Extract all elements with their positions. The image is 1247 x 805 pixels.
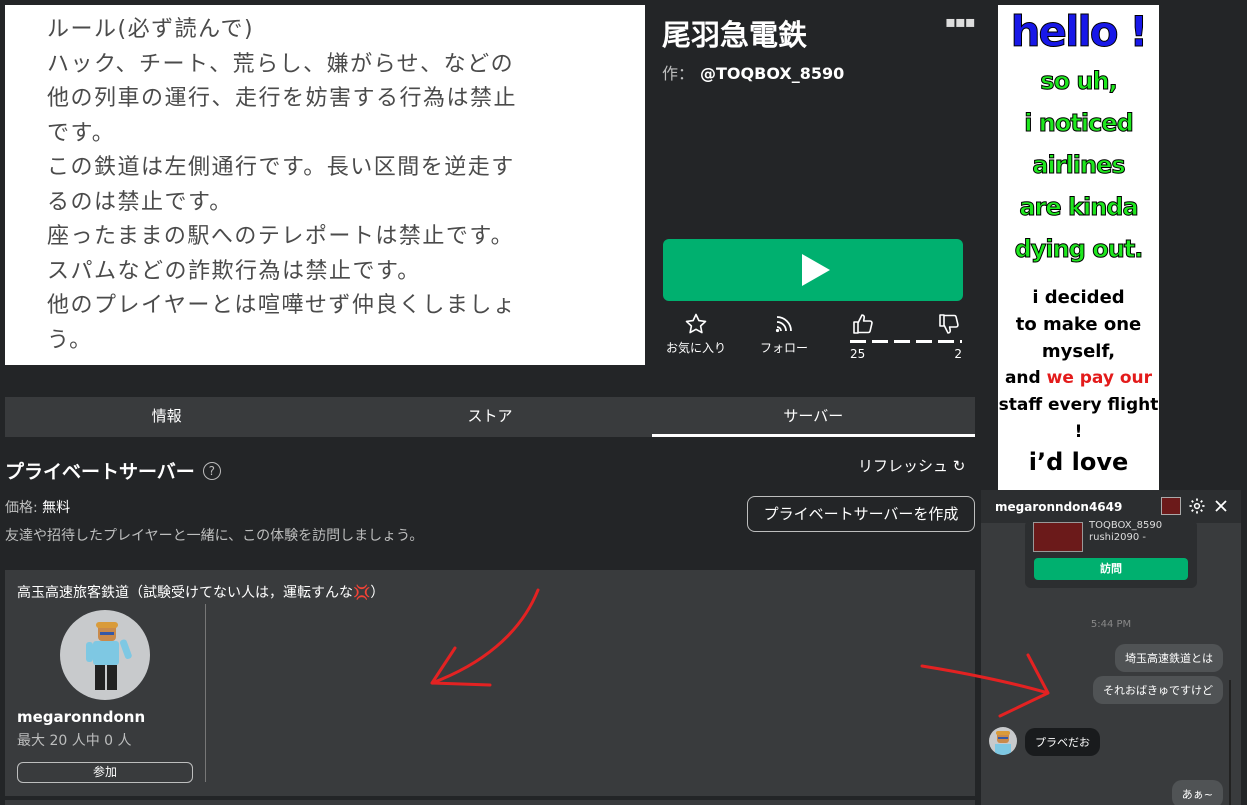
rules-line: 他の列車の運行、走行を妨害する行為は禁止 — [47, 86, 518, 111]
vote-ratio-bar — [850, 340, 962, 343]
rules-line: 他のプレイヤーとは喧嘩せず仲良くしましょ — [47, 293, 517, 318]
visit-button[interactable]: 訪問 — [1034, 558, 1188, 580]
server-capacity: 最大 20 人中 0 人 — [17, 733, 132, 749]
play-icon — [802, 254, 830, 286]
more-options-icon[interactable]: ▪▪▪ — [945, 12, 976, 31]
next-card-edge — [5, 800, 975, 805]
shared-game-thumbnail[interactable] — [1033, 522, 1083, 552]
chat-message: プラベだお — [1025, 728, 1100, 756]
refresh-button[interactable]: リフレッシュ ↻ — [858, 455, 965, 476]
chat-avatar[interactable] — [989, 727, 1017, 755]
upvote-count: 25 — [850, 347, 866, 361]
ad-green-text: so uh, i noticed airlines are kinda dyin… — [1014, 67, 1144, 264]
game-author: 作： @TOQBOX_8590 — [662, 60, 844, 84]
game-tabs: 情報 ストア サーバー — [5, 397, 975, 437]
server-owner-name[interactable]: megaronndonn — [17, 708, 145, 726]
rss-icon — [775, 316, 792, 333]
private-servers-title: プライベートサーバー — [5, 461, 195, 483]
rules-line: スパムなどの詐欺行為は禁止です。 — [47, 258, 421, 284]
server-card: 高玉高速旅客鉄道（試験受けてない人は，運転すんな💢） megaronndonn … — [5, 570, 975, 796]
shared-game-card: TOQBOX_8590 rushi2090 - 訪問 — [1025, 520, 1197, 588]
rules-line: ルール(必ず読んで) — [47, 17, 255, 42]
shared-game-line-2: rushi2090 - — [1089, 532, 1147, 543]
star-icon — [685, 313, 707, 334]
tab-info[interactable]: 情報 — [5, 397, 328, 437]
server-name: 高玉高速旅客鉄道（試験受けてない人は，運転すんな💢） — [17, 585, 385, 601]
play-button[interactable] — [663, 239, 963, 301]
avatar-figure — [86, 622, 132, 690]
game-title: 尾羽急電鉄 — [662, 18, 808, 52]
close-icon[interactable] — [1214, 499, 1228, 513]
favorite-label: お気に入り — [665, 341, 726, 355]
price-value: 無料 — [42, 500, 71, 516]
card-divider — [205, 604, 206, 782]
private-servers-heading: プライベートサーバー ? — [5, 457, 221, 484]
chat-avatar-figure — [995, 731, 1011, 755]
ad-hello-text: hello ! — [1010, 7, 1149, 57]
price-row: 価格: 無料 — [5, 497, 70, 517]
chat-message: 埼玉高速鉄道とは — [1115, 644, 1223, 672]
gear-icon[interactable] — [1188, 497, 1206, 515]
price-label: 価格: — [5, 500, 38, 516]
chat-timestamp: 5:44 PM — [1090, 619, 1132, 630]
chat-window: megaronndon4649 TOQBOX_8590 rushi2090 - … — [981, 490, 1241, 805]
chat-message: あぁ~ — [1171, 780, 1223, 805]
ad-big-text: i’d love — [1028, 448, 1129, 476]
tab-store[interactable]: ストア — [328, 397, 651, 437]
game-thumbnail: ルール(必ず読んで) ハック、チート、荒らし、嫌がらせ、などの 他の列車の運行、… — [5, 5, 645, 365]
chat-scrollbar[interactable] — [1229, 680, 1231, 805]
favorite-button[interactable]: お気に入り — [663, 312, 729, 356]
downvote-count: 2 — [954, 347, 962, 361]
create-private-server-button[interactable]: プライベートサーバーを作成 — [747, 496, 975, 532]
chat-message: それおばきゅですけど — [1093, 676, 1223, 704]
private-servers-description: 友達や招待したプレイヤーと一緒に、この体験を訪問しましょう。 — [5, 528, 424, 544]
rules-line: う。 — [47, 327, 93, 353]
chat-header: megaronndon4649 — [981, 490, 1241, 523]
author-link[interactable]: @TOQBOX_8590 — [700, 64, 844, 83]
rules-line: るのは禁止です。 — [47, 189, 233, 215]
help-icon[interactable]: ? — [202, 461, 221, 480]
ad-red-text-1: we pay our — [1046, 368, 1153, 388]
avatar[interactable] — [60, 610, 150, 700]
author-prefix: 作： — [662, 64, 695, 83]
chat-thumbnail-icon[interactable] — [1161, 497, 1181, 515]
rules-line: ハック、チート、荒らし、嫌がらせ、などの — [47, 51, 515, 77]
join-button[interactable]: 参加 — [17, 762, 193, 783]
rules-line: 座ったままの駅へのテレポートは禁止です。 — [47, 224, 515, 249]
vote-section: 25 2 — [850, 312, 962, 361]
chat-username: megaronndon4649 — [995, 499, 1123, 514]
sidebar-ad[interactable]: hello ! so uh, i noticed airlines are ki… — [998, 5, 1159, 490]
ad-red-text-2: staff every flight ! — [998, 395, 1159, 442]
thumbs-down-icon[interactable] — [936, 312, 962, 336]
ad-and-line: and we pay our — [998, 365, 1159, 392]
ad-and: and — [1004, 368, 1047, 388]
follow-button[interactable]: フォロー — [752, 312, 816, 356]
follow-label: フォロー — [759, 341, 808, 355]
tab-servers[interactable]: サーバー — [651, 397, 975, 437]
ad-black-text: i decided to make one myself, — [1015, 287, 1142, 362]
rules-line: です。 — [47, 120, 116, 146]
shared-game-line-1: TOQBOX_8590 — [1089, 520, 1163, 531]
rules-line: この鉄道は左側通行です。長い区間を逆走す — [47, 155, 515, 180]
thumbs-up-icon[interactable] — [850, 312, 876, 336]
